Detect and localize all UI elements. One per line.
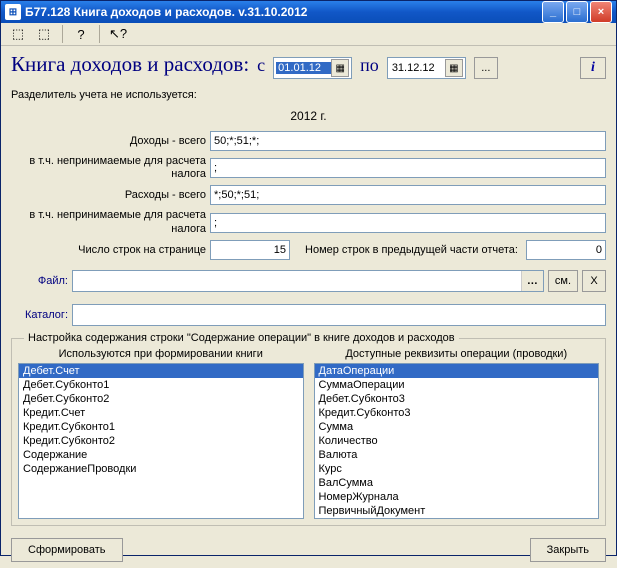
list-item[interactable]: Кредит.Субконто3 bbox=[315, 406, 599, 420]
file-browse-button[interactable]: … bbox=[521, 271, 543, 291]
list-item[interactable]: ПервичныйДокумент bbox=[315, 504, 599, 518]
toolbar: ⬚ ⬚ ? ↖? bbox=[1, 23, 616, 46]
close-button[interactable]: Закрыть bbox=[530, 538, 606, 562]
titlebar: ⊞ Б77.128 Книга доходов и расходов. v.31… bbox=[1, 1, 616, 23]
expense-total-label: Расходы - всего bbox=[11, 189, 206, 201]
date-from-input[interactable] bbox=[276, 62, 331, 74]
file-clear-button[interactable]: X bbox=[582, 270, 606, 292]
list-item[interactable]: СодержаниеПроводки bbox=[19, 462, 303, 476]
lines-per-page-label: Число строк на странице bbox=[11, 244, 206, 256]
catalog-input[interactable] bbox=[72, 304, 606, 326]
expense-excl-label: в т.ч. непринимаемые для расчета налога bbox=[11, 209, 206, 235]
date-to-input[interactable] bbox=[390, 62, 445, 74]
config-legend: Настройка содержания строки "Содержание … bbox=[24, 332, 459, 344]
toolbar-separator bbox=[62, 25, 63, 43]
prev-line-num-input[interactable] bbox=[526, 240, 606, 260]
list-item[interactable]: Кредит.Субконто2 bbox=[19, 434, 303, 448]
from-label: с bbox=[257, 55, 265, 76]
available-header: Доступные реквизиты операции (проводки) bbox=[314, 348, 600, 360]
income-total-input[interactable] bbox=[210, 131, 606, 151]
used-listbox[interactable]: Дебет.СчетДебет.Субконто1Дебет.Субконто2… bbox=[18, 363, 304, 519]
list-item[interactable]: Курс bbox=[315, 462, 599, 476]
minimize-button[interactable]: _ bbox=[542, 1, 564, 23]
list-item[interactable]: Содержание bbox=[19, 448, 303, 462]
list-item[interactable]: Дебет.Субконто2 bbox=[19, 392, 303, 406]
app-icon: ⊞ bbox=[5, 4, 21, 20]
toolbar-btn-1[interactable]: ⬚ bbox=[7, 23, 29, 45]
list-item[interactable]: Кредит.Субконто1 bbox=[19, 420, 303, 434]
file-label: Файл: bbox=[11, 275, 68, 287]
list-item[interactable]: НомерЖурнала bbox=[315, 490, 599, 504]
expense-total-input[interactable] bbox=[210, 185, 606, 205]
calendar-icon[interactable]: ▦ bbox=[445, 59, 463, 77]
file-input-wrap: … bbox=[72, 270, 544, 292]
page-title: Книга доходов и расходов: bbox=[11, 52, 249, 77]
list-item[interactable]: Дебет.Субконто1 bbox=[19, 378, 303, 392]
income-total-label: Доходы - всего bbox=[11, 135, 206, 147]
info-button[interactable]: i bbox=[580, 57, 606, 79]
date-to-field[interactable]: ▦ bbox=[387, 57, 466, 79]
help-button[interactable]: ? bbox=[70, 23, 92, 45]
list-item[interactable]: Дебет.Субконто3 bbox=[315, 392, 599, 406]
toolbar-btn-2[interactable]: ⬚ bbox=[33, 23, 55, 45]
prev-line-num-label: Номер строк в предыдущей части отчета: bbox=[294, 244, 522, 256]
year-label: 2012 г. bbox=[11, 109, 606, 123]
list-item[interactable]: Сумма bbox=[315, 420, 599, 434]
list-item[interactable]: Количество bbox=[315, 434, 599, 448]
divider-note: Разделитель учета не используется: bbox=[11, 89, 606, 101]
file-view-button[interactable]: см. bbox=[548, 270, 578, 292]
used-header: Используются при формировании книги bbox=[18, 348, 304, 360]
income-excl-label: в т.ч. непринимаемые для расчета налога bbox=[11, 155, 206, 181]
close-window-button[interactable]: × bbox=[590, 1, 612, 23]
list-item[interactable]: Дебет.Счет bbox=[19, 364, 303, 378]
to-label: по bbox=[360, 55, 379, 76]
date-from-field[interactable]: ▦ bbox=[273, 57, 352, 79]
income-excl-input[interactable] bbox=[210, 158, 606, 178]
expense-excl-input[interactable] bbox=[210, 213, 606, 233]
list-item[interactable]: ВалСумма bbox=[315, 476, 599, 490]
list-item[interactable]: Валюта bbox=[315, 448, 599, 462]
list-item[interactable]: ДатаОперации bbox=[315, 364, 599, 378]
period-more-button[interactable]: ... bbox=[474, 57, 498, 79]
context-help-button[interactable]: ↖? bbox=[107, 23, 129, 45]
lines-per-page-input[interactable] bbox=[210, 240, 290, 260]
window-title: Б77.128 Книга доходов и расходов. v.31.1… bbox=[25, 5, 542, 19]
maximize-button[interactable]: □ bbox=[566, 1, 588, 23]
list-item[interactable]: Кредит.Счет bbox=[19, 406, 303, 420]
list-item[interactable]: СуммаОперации bbox=[315, 378, 599, 392]
available-listbox[interactable]: ДатаОперацииСуммаОперацииДебет.Субконто3… bbox=[314, 363, 600, 519]
catalog-label: Каталог: bbox=[11, 309, 68, 321]
toolbar-separator bbox=[99, 25, 100, 43]
file-input[interactable] bbox=[73, 271, 521, 291]
calendar-icon[interactable]: ▦ bbox=[331, 59, 349, 77]
generate-button[interactable]: Сформировать bbox=[11, 538, 123, 562]
